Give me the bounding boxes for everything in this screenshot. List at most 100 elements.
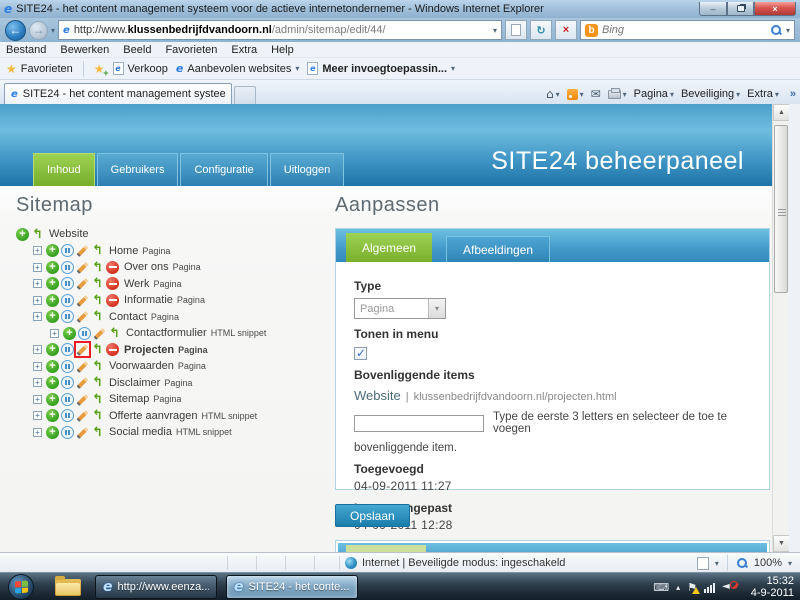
hidden-icons-button[interactable]: ▴ [676,583,680,592]
search-dropdown-icon[interactable]: ▾ [786,26,790,35]
save-button[interactable]: Opslaan [335,504,410,527]
add-icon[interactable]: + [46,294,59,307]
chevron-down-icon[interactable]: ▾ [715,559,719,568]
scroll-up-button[interactable]: ▲ [773,104,790,121]
move-icon[interactable]: ↰ [91,376,104,389]
pause-icon[interactable] [61,376,74,389]
remove-icon[interactable] [106,343,119,356]
add-icon[interactable]: + [46,310,59,323]
add-icon[interactable]: + [16,228,29,241]
search-icon[interactable] [770,24,782,36]
tab-afbeeldingen[interactable]: Afbeeldingen [446,236,550,262]
back-button[interactable]: ← [5,20,26,41]
tree-label[interactable]: Offerte aanvragen [109,410,197,422]
expand-icon[interactable]: + [50,329,59,338]
move-icon[interactable]: ↰ [108,327,121,340]
tree-label[interactable]: Werk [124,278,149,290]
tree-label[interactable]: Over ons [124,261,169,273]
move-icon[interactable]: ↰ [91,393,104,406]
add-icon[interactable]: + [46,261,59,274]
nav-tab-inhoud[interactable]: Inhoud [33,153,95,186]
menu-favorieten[interactable]: Favorieten [165,44,217,56]
safety-menu-button[interactable]: Beveiliging▾ [681,88,740,100]
pause-icon[interactable] [61,294,74,307]
expand-icon[interactable]: + [33,378,42,387]
tree-label[interactable]: Voorwaarden [109,360,174,372]
menu-extra[interactable]: Extra [231,44,257,56]
nav-tab-configuratie[interactable]: Configuratie [180,153,267,186]
add-icon[interactable]: + [46,343,59,356]
add-icon[interactable]: + [46,244,59,257]
toolbar-overflow-button[interactable]: » [790,88,796,100]
move-icon[interactable]: ↰ [91,426,104,439]
history-dropdown-icon[interactable]: ▾ [51,26,55,35]
taskbar-window-2-active[interactable]: e SITE24 - het conte... [226,575,358,599]
move-icon[interactable]: ↰ [31,228,44,241]
expand-icon[interactable]: + [33,312,42,321]
compatibility-view-button[interactable] [505,20,527,40]
tree-label[interactable]: Projecten [124,344,174,356]
add-icon[interactable]: + [46,360,59,373]
page-menu-button[interactable]: Pagina▾ [634,88,674,100]
edit-icon[interactable] [76,244,89,257]
home-button[interactable]: ⌂▾ [546,87,560,101]
parent-site-link[interactable]: Website [354,388,401,403]
move-icon[interactable]: ↰ [91,360,104,373]
tree-label[interactable]: Website [49,228,89,240]
expand-icon[interactable]: + [33,345,42,354]
favorite-verkoop[interactable]: eVerkoop [113,62,168,75]
tree-label[interactable]: Disclaimer [109,377,160,389]
add-icon[interactable]: + [46,376,59,389]
tab-algemeen[interactable]: Algemeen [346,233,432,262]
edit-icon[interactable] [76,393,89,406]
move-icon[interactable]: ↰ [91,310,104,323]
edit-icon[interactable] [76,294,89,307]
nav-tab-uitloggen[interactable]: Uitloggen [270,153,344,186]
start-button[interactable] [8,574,34,600]
add-icon[interactable]: + [46,393,59,406]
expand-icon[interactable]: + [33,428,42,437]
pause-icon[interactable] [61,343,74,356]
remove-icon[interactable] [106,294,119,307]
zoom-level[interactable]: 100% [754,557,782,569]
edit-icon[interactable] [76,310,89,323]
tree-label[interactable]: Home [109,245,138,257]
new-tab-button[interactable] [234,86,256,104]
move-icon[interactable]: ↰ [91,343,104,356]
mail-button[interactable]: ✉ [591,87,601,101]
add-favorite-icon[interactable]: ★ [94,62,105,76]
pause-icon[interactable] [61,426,74,439]
edit-icon[interactable] [76,426,89,439]
vertical-scrollbar[interactable]: ▲ ▼ [772,104,789,552]
parent-search-input[interactable] [354,415,484,432]
tree-label[interactable]: Sitemap [109,393,149,405]
pause-icon[interactable] [61,261,74,274]
edit-icon-highlighted[interactable] [76,343,89,356]
address-dropdown-icon[interactable]: ▾ [493,26,497,35]
move-icon[interactable]: ↰ [91,294,104,307]
expand-icon[interactable]: + [33,411,42,420]
edit-icon[interactable] [76,409,89,422]
add-icon[interactable]: + [46,426,59,439]
refresh-button[interactable]: ↻ [530,20,552,40]
chevron-down-icon[interactable]: ▾ [788,559,792,568]
explorer-taskbar-button[interactable] [55,577,81,596]
add-icon[interactable]: + [46,409,59,422]
tree-label[interactable]: Contact [109,311,147,323]
pause-icon[interactable] [61,409,74,422]
show-in-menu-checkbox[interactable] [354,347,367,360]
tree-label[interactable]: Contactformulier [126,327,207,339]
edit-icon[interactable] [76,277,89,290]
expand-icon[interactable]: + [33,395,42,404]
edit-icon[interactable] [76,376,89,389]
tools-menu-button[interactable]: Extra▾ [747,88,779,100]
move-icon[interactable]: ↰ [91,244,104,257]
keyboard-icon[interactable]: ⌨ [653,581,669,594]
tree-label[interactable]: Informatie [124,294,173,306]
menu-bewerken[interactable]: Bewerken [60,44,109,56]
scroll-down-button[interactable]: ▼ [773,535,790,552]
feeds-button[interactable]: ▾ [567,89,584,100]
tree-label[interactable]: Social media [109,426,172,438]
stop-button[interactable]: × [555,20,577,40]
nav-tab-gebruikers[interactable]: Gebruikers [97,153,179,186]
